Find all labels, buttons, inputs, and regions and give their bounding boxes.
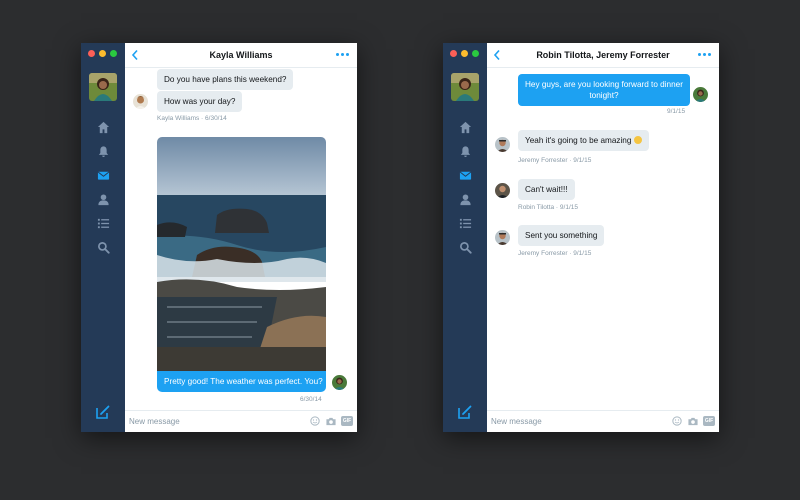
message-input[interactable] [491, 414, 641, 428]
profile-icon[interactable] [81, 187, 125, 211]
dm-window-kayla: Kayla Williams Do you have plans this we… [81, 43, 357, 432]
message-bubble-outgoing: Hey guys, are you looking forward to din… [518, 74, 690, 106]
messages-icon[interactable] [81, 163, 125, 187]
notifications-icon[interactable] [81, 139, 125, 163]
notifications-icon[interactable] [443, 139, 487, 163]
message-meta: Jeremy Forrester · 9/1/15 [518, 157, 592, 164]
gif-icon[interactable]: GIF [340, 415, 354, 427]
grin-emoji-icon [633, 136, 642, 144]
message-bubble: Do you have plans this weekend? [157, 69, 294, 90]
messages-icon[interactable] [443, 163, 487, 187]
emoji-icon[interactable] [671, 415, 683, 427]
gif-icon[interactable]: GIF [702, 415, 716, 427]
account-avatar[interactable] [89, 73, 117, 101]
zoom-window-button[interactable] [472, 50, 479, 57]
avatar-self[interactable] [332, 375, 347, 390]
compose-icon[interactable] [95, 404, 111, 420]
conversation-header: Kayla Williams [125, 43, 357, 68]
message-meta: Jeremy Forrester · 9/1/15 [518, 250, 592, 257]
window-controls [88, 50, 117, 57]
message-meta: Kayla Williams · 6/30/14 [157, 115, 227, 122]
message-input[interactable] [129, 414, 279, 428]
photo-attachment[interactable] [157, 137, 326, 373]
message-bubble: How was your day? [157, 91, 243, 112]
sidebar [443, 43, 487, 432]
emoji-icon[interactable] [309, 415, 321, 427]
window-controls [450, 50, 479, 57]
dm-window-group: Robin Tilotta, Jeremy Forrester Hey guys… [443, 43, 719, 432]
sidebar [81, 43, 125, 432]
avatar-jeremy[interactable] [495, 137, 510, 152]
message-meta: 6/30/14 [300, 396, 322, 403]
message-line: tonight? [589, 91, 619, 100]
minimize-window-button[interactable] [99, 50, 106, 57]
composer: GIF [487, 410, 719, 432]
message-bubble: Yeah it's going to be amazing [518, 130, 649, 151]
message-line: Hey guys, are you looking forward to din… [525, 80, 683, 89]
avatar-kayla[interactable] [133, 94, 148, 109]
composer: GIF [125, 410, 357, 432]
conversation-title: Kayla Williams [209, 50, 273, 60]
camera-icon[interactable] [325, 415, 337, 427]
message-bubble-outgoing: Pretty good! The weather was perfect. Yo… [157, 371, 326, 392]
minimize-window-button[interactable] [461, 50, 468, 57]
lists-icon[interactable] [81, 211, 125, 235]
conversation-header: Robin Tilotta, Jeremy Forrester [487, 43, 719, 68]
conversation-pane: Robin Tilotta, Jeremy Forrester Hey guys… [487, 43, 719, 432]
zoom-window-button[interactable] [110, 50, 117, 57]
compose-icon[interactable] [457, 404, 473, 420]
account-avatar[interactable] [451, 73, 479, 101]
avatar-self[interactable] [693, 87, 708, 102]
home-icon[interactable] [81, 115, 125, 139]
message-meta: 9/1/15 [667, 108, 686, 115]
camera-icon[interactable] [687, 415, 699, 427]
message-bubble: Can't wait!!! [518, 179, 575, 200]
conversation-title: Robin Tilotta, Jeremy Forrester [536, 50, 670, 60]
search-icon[interactable] [81, 235, 125, 259]
search-icon[interactable] [443, 235, 487, 259]
avatar-jeremy[interactable] [495, 230, 510, 245]
back-icon[interactable] [131, 49, 139, 61]
message-meta: Robin Tilotta · 9/1/15 [518, 204, 578, 211]
more-icon[interactable] [698, 53, 711, 56]
home-icon[interactable] [443, 115, 487, 139]
profile-icon[interactable] [443, 187, 487, 211]
close-window-button[interactable] [450, 50, 457, 57]
back-icon[interactable] [493, 49, 501, 61]
close-window-button[interactable] [88, 50, 95, 57]
conversation-pane: Kayla Williams Do you have plans this we… [125, 43, 357, 432]
lists-icon[interactable] [443, 211, 487, 235]
message-bubble: Sent you something [518, 225, 605, 246]
avatar-robin[interactable] [495, 183, 510, 198]
more-icon[interactable] [336, 53, 349, 56]
